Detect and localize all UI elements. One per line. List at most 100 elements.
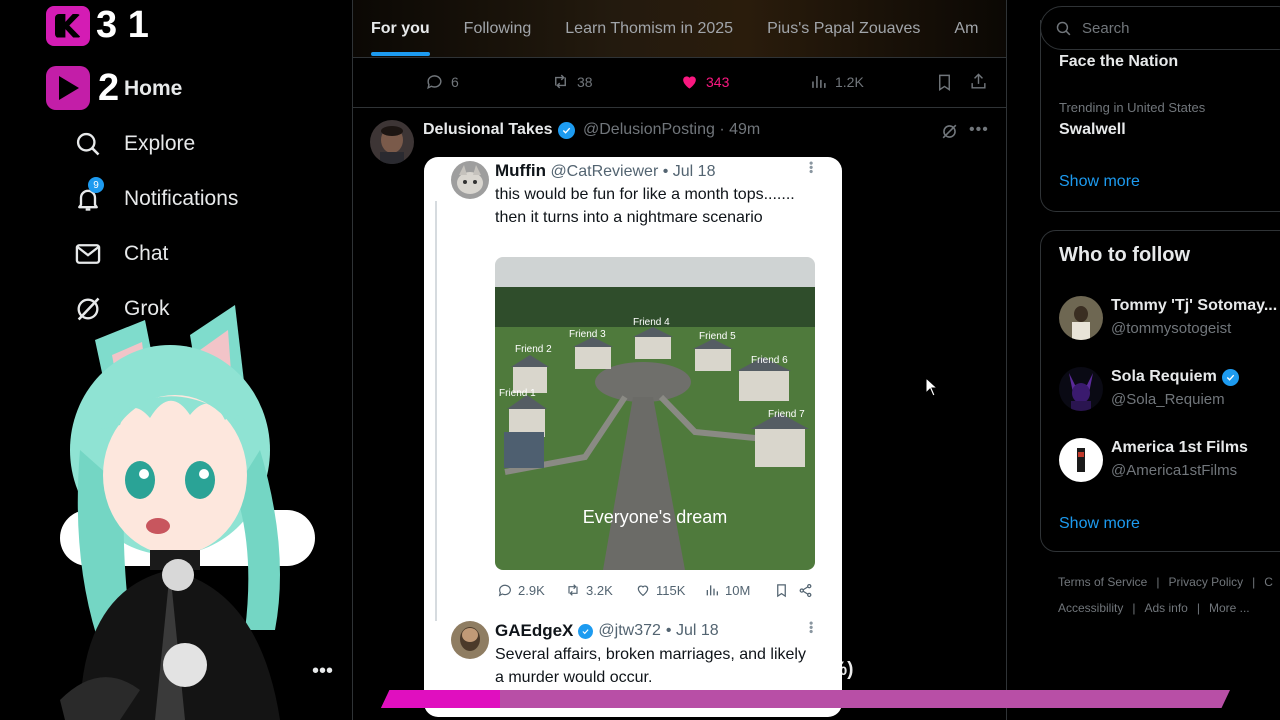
- stream-progress-text: 5 / 35 (14%): [750, 659, 854, 680]
- post-time: · 49m: [719, 121, 761, 138]
- tweet1-likes: 115K: [635, 582, 685, 598]
- friend-label-2: Friend 2: [515, 344, 552, 355]
- tab-learn-thomism[interactable]: Learn Thomism in 2025: [565, 0, 733, 58]
- wtf-1-avatar-image: [1059, 296, 1103, 340]
- search-icon: [76, 132, 100, 156]
- heart-icon: [637, 585, 649, 597]
- overlay-counter-bottom: 2: [46, 66, 119, 110]
- views-icon: [706, 585, 718, 596]
- nav-home-label: Home: [124, 77, 183, 100]
- nav-home[interactable]: Home: [124, 77, 182, 101]
- cul-de-sac-illustration: Friend 1 Friend 2 Friend 3 Friend 4 Frie…: [495, 257, 815, 570]
- feed-tabs: For you Following Learn Thomism in 2025 …: [353, 0, 1006, 58]
- gaedgex-avatar: [451, 621, 489, 659]
- footer-terms[interactable]: Terms of Service: [1058, 575, 1147, 589]
- who-to-follow-panel: Who to follow Tommy 'Tj' Sotomay... @tom…: [1040, 230, 1280, 552]
- nav-explore[interactable]: Explore: [74, 130, 195, 158]
- tweet1-bookmark-icon: [777, 584, 786, 598]
- tweet2-more-icon: •••: [804, 621, 818, 634]
- trend-2-title[interactable]: Swalwell: [1059, 121, 1126, 139]
- post-more-icon[interactable]: •••: [969, 121, 989, 139]
- notification-badge: 9: [88, 177, 104, 193]
- wtf-3-name[interactable]: America 1st Films: [1111, 439, 1248, 457]
- footer-row-1: Terms of Service | Privacy Policy | C: [1058, 575, 1273, 589]
- footer-sep: |: [1196, 601, 1200, 615]
- tweet1-views: 10M: [704, 582, 750, 598]
- wtf-2-verified-icon: [1221, 368, 1239, 386]
- wtf-2-avatar-image: [1059, 367, 1103, 411]
- cul-de-sac-image: Friend 1 Friend 2 Friend 3 Friend 4 Frie…: [495, 257, 815, 570]
- verified-badge-icon: [557, 121, 575, 139]
- repost-icon: [555, 74, 566, 89]
- post-author-avatar[interactable]: [370, 120, 414, 164]
- footer-sep: |: [1132, 601, 1136, 615]
- friend-label-5: Friend 5: [699, 331, 736, 342]
- overlay-k-logo-icon: [46, 5, 90, 46]
- repost-count: 38: [577, 73, 593, 90]
- tab-am[interactable]: Am: [954, 0, 978, 58]
- trends-panel: Face the Nation Trending in United State…: [1040, 20, 1280, 212]
- tweet2-header: GAEdgeX @jtw372 • Jul 18: [495, 621, 719, 641]
- nav-notifications[interactable]: 9 Notifications: [74, 177, 239, 213]
- footer-privacy[interactable]: Privacy Policy: [1168, 575, 1243, 589]
- nav-chat-label: Chat: [124, 242, 169, 265]
- footer-accessibility[interactable]: Accessibility: [1058, 601, 1123, 615]
- footer-cookie[interactable]: C: [1264, 575, 1273, 589]
- tab-following[interactable]: Following: [464, 0, 532, 58]
- friend-label-3: Friend 3: [569, 329, 606, 340]
- post-author-handle[interactable]: @DelusionPosting · 49m: [583, 121, 760, 139]
- footer-more[interactable]: More ...: [1209, 601, 1250, 615]
- footer-ads-info[interactable]: Ads info: [1144, 601, 1187, 615]
- share-icon[interactable]: [969, 72, 988, 91]
- footer-row-2: Accessibility | Ads info | More ...: [1058, 601, 1250, 615]
- grok-explain-icon[interactable]: [940, 122, 959, 141]
- views-button[interactable]: 1.2K: [809, 72, 864, 91]
- tweet1-more-icon: •••: [804, 161, 818, 174]
- wtf-2-name[interactable]: Sola Requiem: [1111, 368, 1239, 386]
- tweet1-replies: 2.9K: [497, 582, 545, 598]
- trend-1-title[interactable]: Face the Nation: [1059, 53, 1178, 71]
- tweet2-date: • Jul 18: [665, 622, 719, 639]
- repost-button[interactable]: 38: [551, 72, 593, 91]
- reply-icon: [427, 75, 442, 90]
- tweet1-views-count: 10M: [725, 582, 751, 598]
- bookmark-icon[interactable]: [935, 73, 954, 92]
- tab-papal-zouaves[interactable]: Pius's Papal Zouaves: [767, 0, 920, 58]
- vtuber-avatar-image: [60, 305, 315, 720]
- nav-chat[interactable]: Chat: [74, 240, 168, 268]
- reply-icon: [498, 584, 511, 597]
- wtf-show-more[interactable]: Show more: [1059, 515, 1140, 533]
- nav-notifications-label: Notifications: [124, 187, 239, 210]
- overlay-play-logo-icon: [46, 66, 90, 110]
- tweet1-header: Muffin @CatReviewer • Jul 18: [495, 161, 715, 181]
- wtf-3-avatar-image: [1059, 438, 1103, 482]
- tweet1-replies-count: 2.9K: [518, 582, 545, 598]
- stream-progress-fill: [381, 690, 500, 708]
- stream-progress-bar: [381, 690, 1230, 708]
- footer-sep: |: [1252, 575, 1256, 589]
- tweet1-text: this would be fun for like a month tops.…: [495, 186, 795, 226]
- friend-label-1: Friend 1: [499, 388, 536, 399]
- nav-explore-label: Explore: [124, 132, 196, 155]
- wtf-2-avatar[interactable]: [1059, 367, 1103, 411]
- wtf-1-avatar[interactable]: [1059, 296, 1103, 340]
- tweet1-reposts-count: 3.2K: [586, 582, 613, 598]
- tweet1-share-icon: [799, 583, 812, 598]
- wtf-2-handle: @Sola_Requiem: [1111, 391, 1225, 408]
- who-to-follow-title: Who to follow: [1059, 244, 1191, 266]
- trends-show-more[interactable]: Show more: [1059, 173, 1140, 191]
- cat-avatar-image: [451, 161, 489, 199]
- tweet1-name: Muffin: [495, 161, 546, 180]
- wtf-3-handle: @America1stFilms: [1111, 462, 1238, 479]
- feed-right-border: [1006, 0, 1007, 720]
- tab-for-you[interactable]: For you: [371, 0, 430, 58]
- wtf-3-avatar[interactable]: [1059, 438, 1103, 482]
- more-dots-icon[interactable]: •••: [312, 660, 333, 683]
- post-author-name[interactable]: Delusional Takes: [423, 121, 575, 139]
- bell-icon-wrap: 9: [74, 177, 104, 213]
- muffin-avatar: [451, 161, 489, 199]
- like-button[interactable]: 343: [680, 72, 729, 91]
- wtf-1-name[interactable]: Tommy 'Tj' Sotomay...: [1111, 297, 1280, 315]
- embedded-screenshot[interactable]: Muffin @CatReviewer • Jul 18 ••• this wo…: [424, 157, 842, 717]
- reply-button[interactable]: 6: [425, 72, 459, 91]
